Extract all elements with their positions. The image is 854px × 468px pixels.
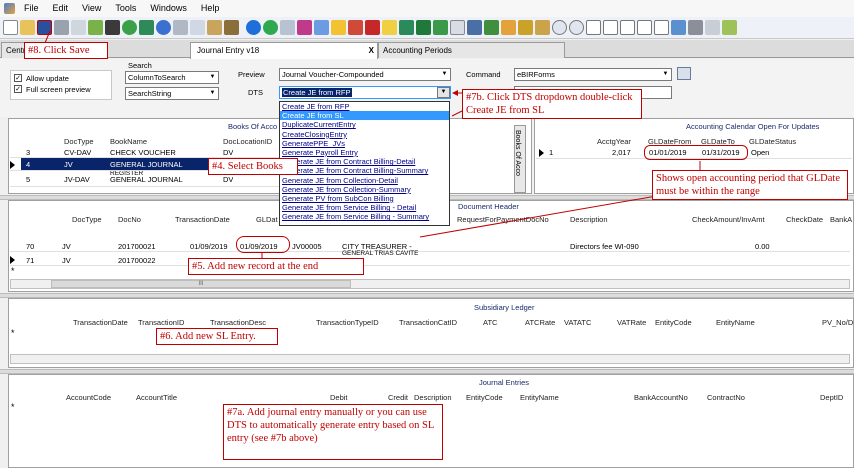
annotation-add-record: #5. Add new record at the end	[188, 258, 364, 275]
annotation-open-period: Shows open accounting period that GLDate…	[652, 170, 848, 200]
annotation-dts-dropdown: #7b. Click DTS dropdown double-click Cre…	[462, 89, 642, 119]
annotation-select-books: #4. Select Books	[208, 158, 298, 175]
annotation-connectors	[44, 30, 701, 258]
annotation-journal-entry: #7a. Add journal entry manually or you c…	[223, 404, 443, 460]
annotation-add-sl-entry: #6. Add new SL Entry.	[156, 328, 278, 345]
annotation-click-save: #8. Click Save	[24, 42, 108, 59]
